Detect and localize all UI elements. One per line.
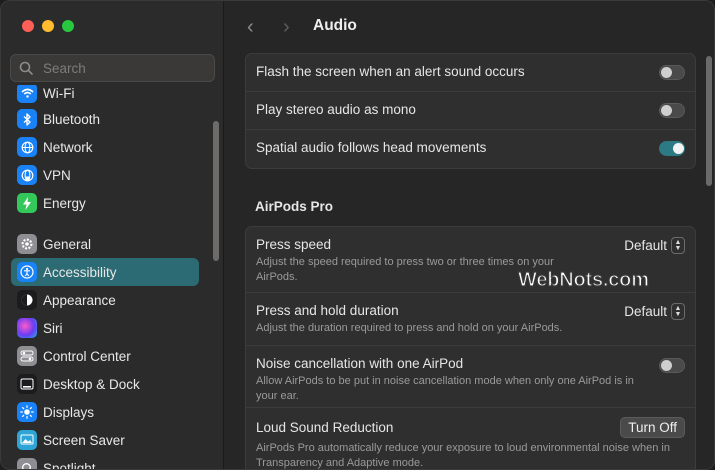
sidebar-item-label: Screen Saver: [43, 432, 125, 448]
sidebar-item-bluetooth[interactable]: Bluetooth: [11, 105, 199, 133]
accessibility-icon: [17, 262, 37, 282]
sidebar-item-label: Network: [43, 139, 93, 155]
sidebar: Wi-Fi Bluetooth Network VPN: [1, 1, 224, 470]
popup-value: Default: [624, 304, 667, 319]
settings-content: Flash the screen when an alert sound occ…: [245, 53, 696, 469]
main-scrollbar[interactable]: [706, 56, 712, 186]
setting-label: Press speed: [256, 237, 332, 252]
noise-cancellation-toggle[interactable]: [659, 358, 685, 373]
watermark: WebNots.com: [517, 268, 649, 291]
turn-off-button[interactable]: Turn Off: [620, 417, 685, 438]
sidebar-item-spotlight[interactable]: Spotlight: [11, 454, 199, 470]
flash-screen-toggle[interactable]: [659, 65, 685, 80]
press-hold-popup[interactable]: Default ▲ ▼: [624, 303, 685, 320]
zoom-button[interactable]: [62, 20, 74, 32]
sidebar-list: Wi-Fi Bluetooth Network VPN Energy Gener…: [1, 85, 211, 470]
spotlight-icon: [17, 458, 37, 469]
forward-chevron-icon[interactable]: ›: [283, 16, 290, 39]
bluetooth-icon: [17, 109, 37, 129]
sidebar-item-label: Wi-Fi: [43, 85, 75, 101]
setting-description: Allow AirPods to be put in noise cancell…: [256, 375, 634, 402]
sidebar-item-network[interactable]: Network: [11, 133, 199, 161]
sidebar-item-wifi[interactable]: Wi-Fi: [11, 85, 199, 107]
bolt-icon: [17, 193, 37, 213]
setting-row-noise-cancellation: Noise cancellation with one AirPod Allow…: [246, 346, 695, 408]
siri-icon: [17, 318, 37, 338]
setting-label: Flash the screen when an alert sound occ…: [256, 64, 525, 79]
sidebar-item-desktop-dock[interactable]: Desktop & Dock: [11, 370, 199, 398]
sidebar-item-general[interactable]: General: [11, 230, 199, 258]
gear-icon: [17, 234, 37, 254]
sidebar-item-appearance[interactable]: Appearance: [11, 286, 199, 314]
search-input[interactable]: [43, 60, 213, 76]
setting-row-flash-screen: Flash the screen when an alert sound occ…: [246, 54, 695, 92]
setting-label: Spatial audio follows head movements: [256, 140, 487, 155]
setting-description: AirPods Pro automatically reduce your ex…: [256, 442, 670, 469]
close-button[interactable]: [22, 20, 34, 32]
main-pane: ‹ › Audio Flash the screen when an alert…: [225, 1, 714, 469]
sun-icon: [17, 402, 37, 422]
spatial-audio-toggle[interactable]: [659, 141, 685, 156]
chevron-updown-icon: ▲ ▼: [671, 303, 685, 320]
back-chevron-icon[interactable]: ‹: [247, 16, 254, 39]
setting-row-loud-sound-reduction: Loud Sound Reduction AirPods Pro automat…: [246, 408, 695, 469]
setting-row-mono-audio: Play stereo audio as mono: [246, 92, 695, 130]
setting-row-press-hold: Press and hold duration Adjust the durat…: [246, 293, 695, 346]
section-title-airpods: AirPods Pro: [255, 199, 334, 214]
sidebar-item-label: Bluetooth: [43, 111, 101, 127]
sidebar-item-label: Accessibility: [43, 264, 117, 280]
sidebar-item-siri[interactable]: Siri: [11, 314, 199, 342]
setting-label: Noise cancellation with one AirPod: [256, 356, 464, 371]
window-controls: [22, 20, 74, 32]
sidebar-item-vpn[interactable]: VPN: [11, 161, 199, 189]
sidebar-item-label: Desktop & Dock: [43, 376, 140, 392]
audio-options-card: Flash the screen when an alert sound occ…: [245, 53, 696, 169]
minimize-button[interactable]: [42, 20, 54, 32]
search-icon: [19, 61, 33, 75]
wifi-icon: [17, 85, 37, 103]
sidebar-item-control-center[interactable]: Control Center: [11, 342, 199, 370]
setting-description: Adjust the duration required to press an…: [256, 322, 563, 334]
sidebar-item-displays[interactable]: Displays: [11, 398, 199, 426]
sidebar-item-label: General: [43, 236, 92, 252]
search-field[interactable]: [10, 54, 215, 82]
setting-row-spatial-audio: Spatial audio follows head movements: [246, 130, 695, 168]
setting-label: Press and hold duration: [256, 303, 399, 318]
appearance-icon: [17, 290, 37, 310]
sidebar-item-screen-saver[interactable]: Screen Saver: [11, 426, 199, 454]
vpn-icon: [17, 165, 37, 185]
globe-icon: [17, 137, 37, 157]
sidebar-item-label: Appearance: [43, 292, 116, 308]
page-title: Audio: [313, 17, 357, 34]
sidebar-scrollbar[interactable]: [213, 121, 219, 261]
settings-window: Wi-Fi Bluetooth Network VPN: [0, 0, 715, 470]
sidebar-item-label: Control Center: [43, 348, 131, 364]
sidebar-item-label: Siri: [43, 320, 63, 336]
control-center-icon: [17, 346, 37, 366]
sidebar-item-label: Energy: [43, 195, 86, 211]
press-speed-popup[interactable]: Default ▲ ▼: [624, 237, 685, 254]
setting-label: Play stereo audio as mono: [256, 102, 416, 117]
sidebar-item-label: VPN: [43, 167, 71, 183]
mono-audio-toggle[interactable]: [659, 103, 685, 118]
dock-icon: [17, 374, 37, 394]
airpods-options-card: Press speed Adjust the speed required to…: [245, 226, 696, 469]
sidebar-item-accessibility[interactable]: Accessibility: [11, 258, 199, 286]
sidebar-item-label: Spotlight: [43, 460, 96, 470]
sidebar-item-label: Displays: [43, 404, 95, 420]
screen-saver-icon: [17, 430, 37, 450]
sidebar-item-energy[interactable]: Energy: [11, 189, 199, 217]
chevron-updown-icon: ▲ ▼: [671, 237, 685, 254]
popup-value: Default: [624, 238, 667, 253]
